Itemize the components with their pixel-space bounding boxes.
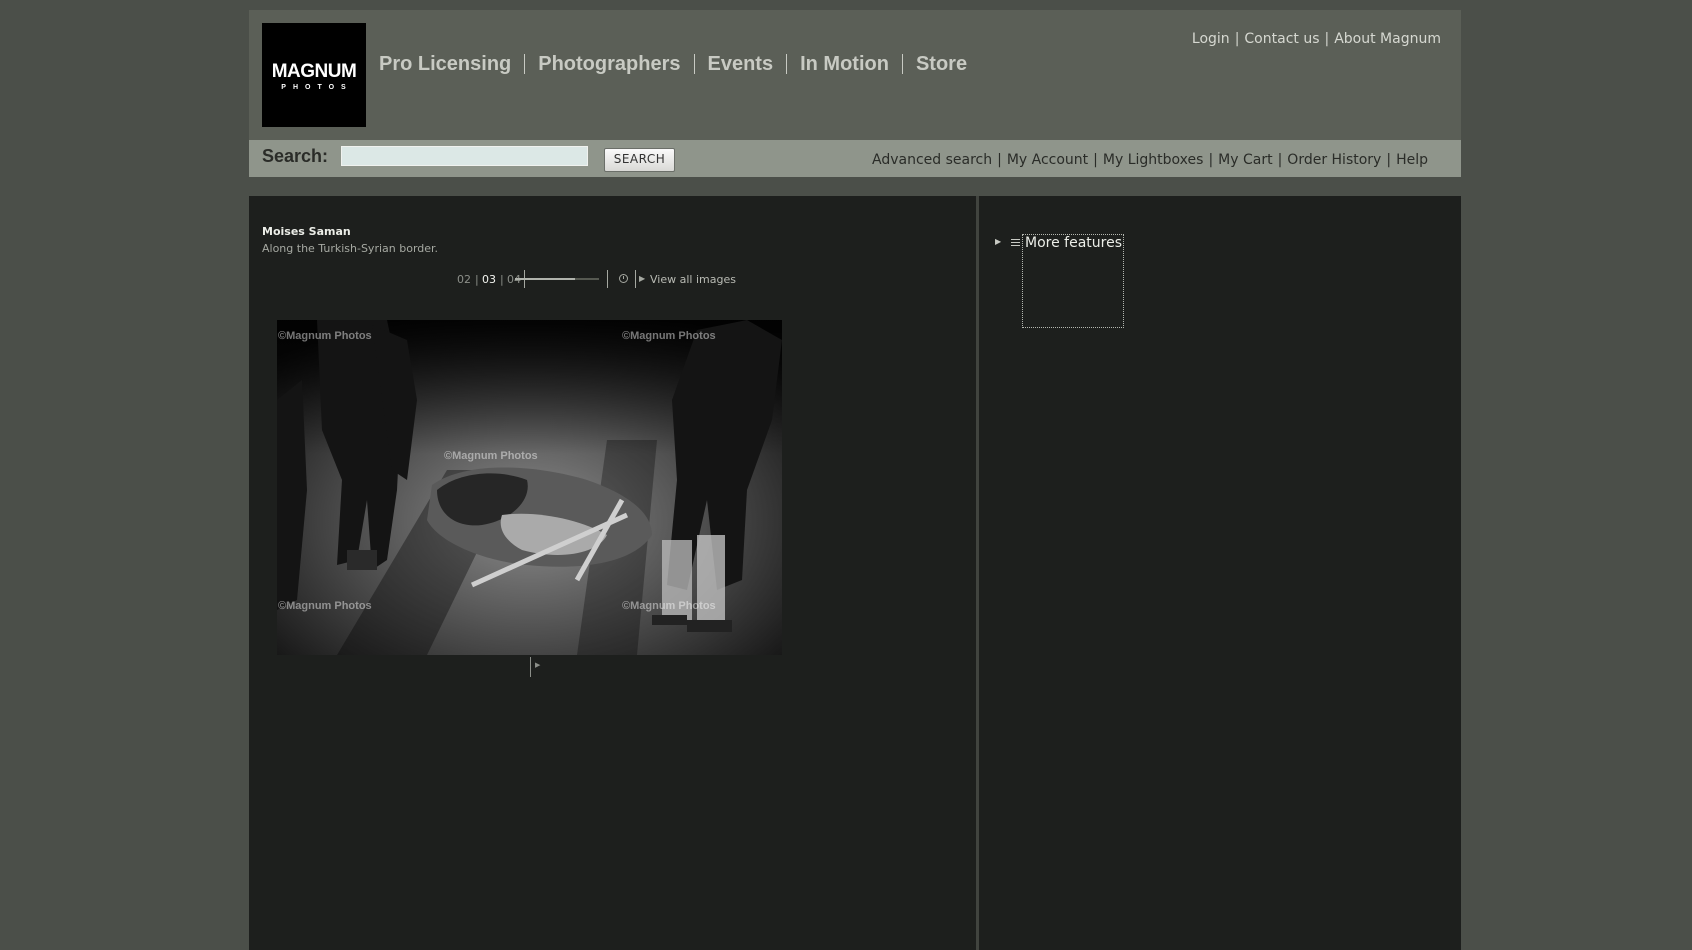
search-bar: Search: SEARCH Advanced search | My Accoun… bbox=[249, 140, 1461, 177]
slider-fill bbox=[515, 278, 576, 280]
my-cart-link[interactable]: My Cart bbox=[1218, 152, 1272, 168]
contact-us-link[interactable]: Contact us bbox=[1244, 31, 1319, 47]
pager-divider bbox=[607, 270, 608, 288]
nav-events[interactable]: Events bbox=[693, 54, 787, 74]
logo-wordmark: MAGNUM bbox=[271, 61, 357, 82]
site-header: MAGNUM PHOTOS Pro Licensing Photographer… bbox=[249, 10, 1461, 140]
search-button[interactable]: SEARCH bbox=[604, 148, 675, 172]
pager-prev[interactable]: 02 bbox=[457, 273, 471, 286]
separator: | bbox=[1208, 152, 1214, 168]
nav-in-motion[interactable]: In Motion bbox=[786, 54, 902, 74]
more-features-link[interactable]: More features bbox=[1025, 235, 1122, 251]
pager-separator: | bbox=[500, 273, 504, 286]
account-nav: Advanced search | My Account | My Lightboxes… bbox=[872, 152, 1428, 168]
photo-watermark: ©Magnum Photos bbox=[622, 600, 716, 612]
column-divider bbox=[976, 196, 979, 950]
photo-nav-divider bbox=[530, 657, 531, 677]
separator: | bbox=[1324, 31, 1330, 47]
photographer-name[interactable]: Moises Saman bbox=[262, 225, 351, 238]
main-photo[interactable]: ©Magnum Photos ©Magnum Photos ©Magnum Ph… bbox=[277, 320, 782, 655]
order-history-link[interactable]: Order History bbox=[1287, 152, 1381, 168]
slideshow-slider[interactable] bbox=[515, 278, 599, 280]
story-caption: Along the Turkish-Syrian border. bbox=[262, 242, 439, 255]
magnum-logo[interactable]: MAGNUM PHOTOS bbox=[262, 23, 366, 127]
photo-watermark: ©Magnum Photos bbox=[622, 330, 716, 342]
separator: | bbox=[1386, 152, 1392, 168]
about-magnum-link[interactable]: About Magnum bbox=[1334, 31, 1441, 47]
list-icon bbox=[1011, 239, 1020, 247]
photo-watermark: ©Magnum Photos bbox=[278, 330, 372, 342]
advanced-search-link[interactable]: Advanced search bbox=[872, 152, 992, 168]
separator: | bbox=[1093, 152, 1098, 168]
nav-store[interactable]: Store bbox=[901, 54, 980, 74]
separator: | bbox=[1277, 152, 1283, 168]
separator: | bbox=[997, 152, 1002, 168]
top-nav: Login | Contact us | About Magnum bbox=[1192, 31, 1441, 47]
logo-subtitle: PHOTOS bbox=[281, 84, 353, 91]
pager-divider bbox=[635, 270, 636, 288]
clock-icon[interactable] bbox=[619, 274, 628, 283]
nav-photographers[interactable]: Photographers bbox=[524, 54, 693, 74]
my-account-link[interactable]: My Account bbox=[1007, 152, 1088, 168]
photo-watermark: ©Magnum Photos bbox=[278, 600, 372, 612]
login-link[interactable]: Login bbox=[1192, 31, 1230, 47]
content-area: Moises Saman Along the Turkish-Syrian bo… bbox=[249, 196, 1461, 950]
search-label: Search: bbox=[262, 146, 329, 166]
page: MAGNUM PHOTOS Pro Licensing Photographer… bbox=[249, 10, 1461, 950]
help-link[interactable]: Help bbox=[1396, 152, 1428, 168]
view-all-images-link[interactable]: View all images bbox=[650, 273, 736, 286]
photo-watermark: ©Magnum Photos bbox=[444, 450, 538, 462]
play-triangle-icon: ▶ bbox=[639, 274, 646, 283]
nav-pro-licensing[interactable]: Pro Licensing bbox=[379, 54, 524, 74]
expand-triangle-icon[interactable]: ▶ bbox=[995, 237, 1001, 246]
pager-separator: | bbox=[475, 273, 479, 286]
my-lightboxes-link[interactable]: My Lightboxes bbox=[1103, 152, 1204, 168]
next-arrow-icon[interactable]: ▶ bbox=[535, 661, 540, 669]
main-nav: Pro Licensing Photographers Events In Mo… bbox=[379, 54, 980, 74]
pager-current: 03 bbox=[482, 273, 496, 286]
separator: | bbox=[1234, 31, 1240, 47]
search-input[interactable] bbox=[341, 146, 588, 166]
